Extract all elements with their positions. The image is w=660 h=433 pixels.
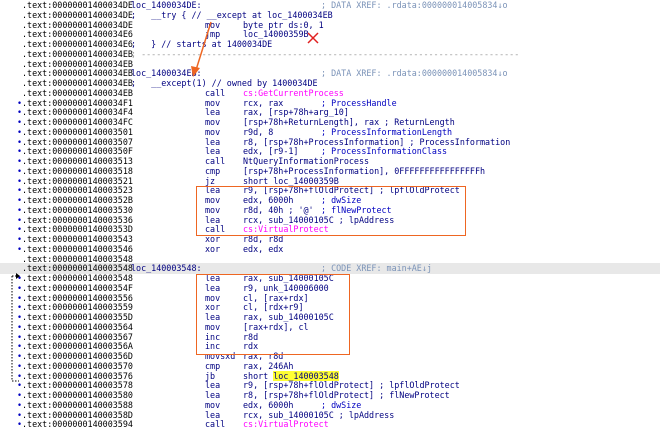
arrow-icon — [191, 21, 212, 77]
loop-arrow-icon — [11, 273, 20, 382]
annotation-overlay — [11, 21, 319, 382]
x-mark-icon — [307, 32, 319, 44]
